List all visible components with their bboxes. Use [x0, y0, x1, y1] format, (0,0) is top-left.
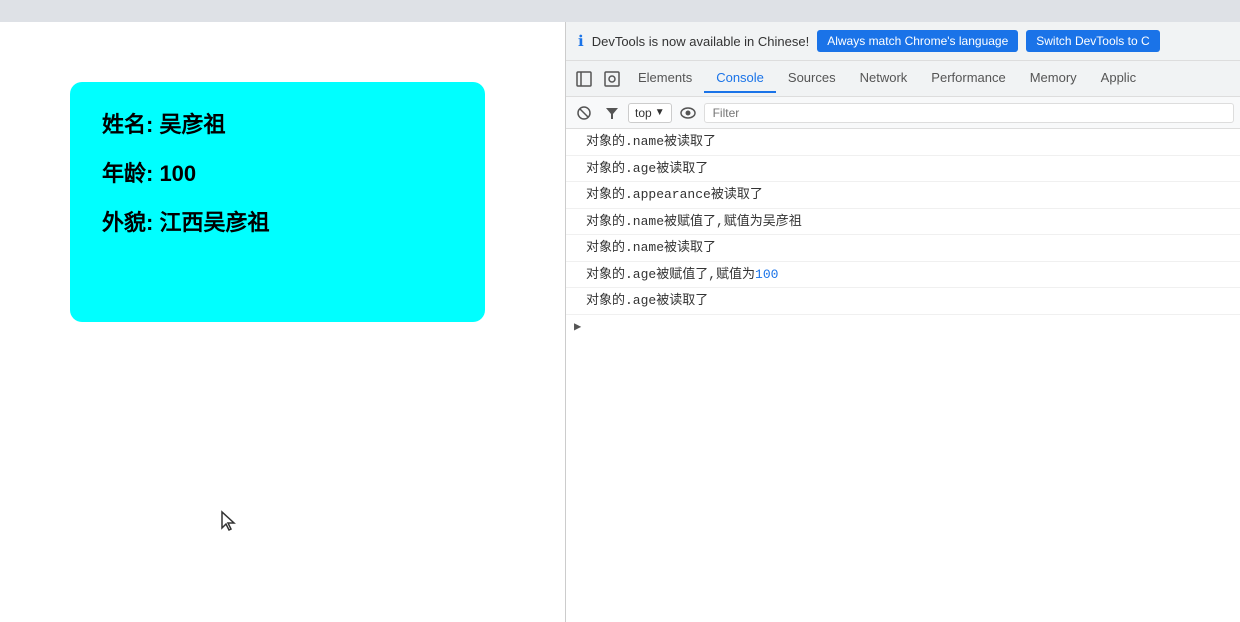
console-text: 对象的.age被读取了 [586, 159, 708, 179]
age-value: 100 [755, 267, 778, 282]
console-toolbar: top ▼ [566, 97, 1240, 129]
tab-network[interactable]: Network [848, 64, 920, 93]
devtools-panel: ℹ DevTools is now available in Chinese! … [565, 22, 1240, 622]
devtools-inspect-icon[interactable] [598, 65, 626, 93]
prompt-arrow: ▶ [574, 319, 581, 334]
filter-input[interactable] [704, 103, 1234, 123]
cursor-icon [220, 510, 236, 532]
language-banner: ℹ DevTools is now available in Chinese! … [566, 22, 1240, 61]
console-line: 对象的.age被读取了 [566, 156, 1240, 183]
console-line: 对象的.age被赋值了,赋值为100 [566, 262, 1240, 289]
tab-performance[interactable]: Performance [919, 64, 1017, 93]
page-area: 姓名: 吴彦祖 年龄: 100 外貌: 江西吴彦祖 [0, 22, 565, 622]
console-text: 对象的.name被读取了 [586, 132, 716, 152]
match-language-button[interactable]: Always match Chrome's language [817, 30, 1018, 52]
console-prompt[interactable]: ▶ [566, 315, 1240, 338]
devtools-tabs: Elements Console Sources Network Perform… [566, 61, 1240, 97]
context-dropdown[interactable]: top ▼ [628, 103, 672, 123]
main-layout: 姓名: 吴彦祖 年龄: 100 外貌: 江西吴彦祖 ℹ DevTools is … [0, 22, 1240, 622]
eye-icon[interactable] [676, 101, 700, 125]
console-line: 对象的.age被读取了 [566, 288, 1240, 315]
filter-icon[interactable] [600, 101, 624, 125]
info-card: 姓名: 吴彦祖 年龄: 100 外貌: 江西吴彦祖 [70, 82, 485, 322]
banner-text: DevTools is now available in Chinese! [592, 34, 810, 49]
console-text: 对象的.age被赋值了,赋值为100 [586, 265, 778, 285]
console-output: 对象的.name被读取了 对象的.age被读取了 对象的.appearance被… [566, 129, 1240, 622]
name-label: 姓名: 吴彦祖 [102, 110, 453, 141]
clear-console-button[interactable] [572, 101, 596, 125]
console-line: 对象的.appearance被读取了 [566, 182, 1240, 209]
devtools-dock-icon[interactable] [570, 65, 598, 93]
switch-devtools-button[interactable]: Switch DevTools to C [1026, 30, 1159, 52]
console-line: 对象的.name被读取了 [566, 235, 1240, 262]
console-text: 对象的.appearance被读取了 [586, 185, 763, 205]
console-line: 对象的.name被赋值了,赋值为吴彦祖 [566, 209, 1240, 236]
tab-memory[interactable]: Memory [1018, 64, 1089, 93]
context-value: top [635, 106, 652, 120]
tab-application[interactable]: Applic [1089, 64, 1148, 93]
tab-sources[interactable]: Sources [776, 64, 848, 93]
tab-elements[interactable]: Elements [626, 64, 704, 93]
appearance-label: 外貌: 江西吴彦祖 [102, 208, 453, 239]
top-bar [0, 0, 1240, 22]
tab-console[interactable]: Console [704, 64, 776, 93]
age-label: 年龄: 100 [102, 159, 453, 190]
console-line: 对象的.name被读取了 [566, 129, 1240, 156]
console-text: 对象的.age被读取了 [586, 291, 708, 311]
chevron-down-icon: ▼ [655, 107, 665, 118]
console-text: 对象的.name被赋值了,赋值为吴彦祖 [586, 212, 802, 232]
info-icon: ℹ [578, 32, 584, 50]
console-text: 对象的.name被读取了 [586, 238, 716, 258]
